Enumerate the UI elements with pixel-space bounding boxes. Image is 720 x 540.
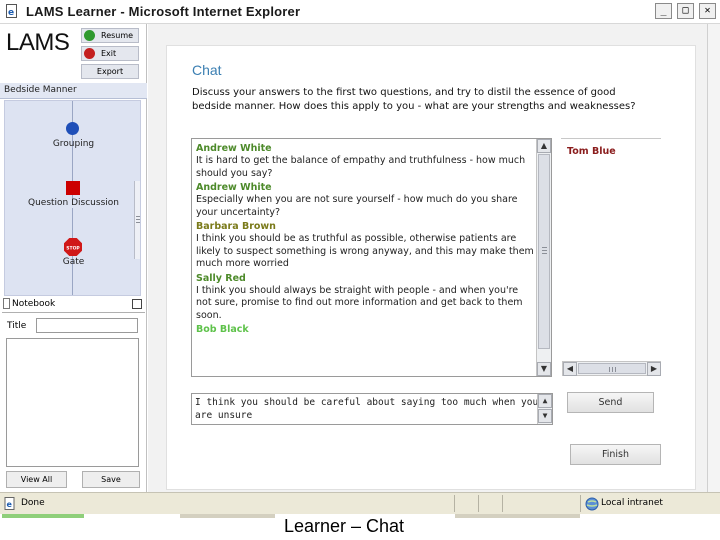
chat-log-scrollbar[interactable]: ▲ ▼	[536, 139, 551, 376]
message-author: Bob Black	[196, 324, 249, 335]
user-list: Tom Blue	[561, 138, 661, 377]
maximize-button[interactable]: □	[677, 3, 694, 19]
scroll-up-icon[interactable]: ▲	[537, 139, 551, 153]
chat-message: Barbara Brown I think you should be as t…	[196, 220, 536, 271]
message-author: Andrew White	[196, 182, 272, 193]
notebook-label: Notebook	[12, 299, 56, 309]
scroll-right-icon[interactable]: ▶	[647, 362, 661, 376]
svg-text:e: e	[8, 8, 14, 18]
message-author: Andrew White	[196, 143, 272, 154]
discussion-node-icon[interactable]	[66, 181, 80, 195]
notebook-icon	[3, 298, 10, 309]
intranet-zone-icon	[585, 497, 599, 511]
resume-label: Resume	[101, 31, 134, 40]
ie-page-icon: e	[6, 4, 17, 18]
scroll-thumb[interactable]	[538, 154, 550, 349]
user-list-item[interactable]: Tom Blue	[567, 146, 616, 157]
message-author: Barbara Brown	[196, 221, 276, 232]
message-text: I think you should be as truthful as pos…	[196, 233, 534, 269]
gate-stop-icon[interactable]: STOP	[64, 238, 82, 256]
exit-button[interactable]: Exit	[81, 46, 139, 61]
close-button[interactable]: ✕	[699, 3, 716, 19]
input-scroll-up-icon[interactable]: ▲	[538, 394, 552, 408]
export-label: Export	[96, 67, 124, 76]
chat-message: Bob Black	[196, 323, 536, 336]
page-scrollbar[interactable]	[707, 24, 720, 492]
user-list-hscrollbar[interactable]: ◀ ▶	[562, 361, 661, 376]
message-text: I think you should always be straight wi…	[196, 284, 523, 321]
export-button[interactable]: Export	[81, 64, 139, 79]
exit-label: Exit	[101, 49, 117, 58]
save-button[interactable]: Save	[82, 471, 140, 488]
sequence-scrollbar[interactable]	[134, 181, 140, 259]
sequence-title: Bedside Manner	[0, 83, 147, 99]
notebook-toggle-checkbox[interactable]	[132, 299, 142, 309]
message-text: It is hard to get the balance of empathy…	[196, 155, 526, 179]
chat-instructions: Discuss your answers to the first two qu…	[192, 87, 636, 112]
svg-text:e: e	[7, 500, 13, 509]
activity-grouping-label[interactable]: Grouping	[5, 139, 140, 149]
chat-message: Sally Red I think you should always be s…	[196, 272, 536, 323]
chat-messages: Andrew White It is hard to get the balan…	[196, 142, 536, 336]
browser-statusbar: e Done Local intranet	[0, 492, 720, 514]
chat-message-log[interactable]: Andrew White It is hard to get the balan…	[191, 138, 552, 377]
message-text: Especially when you are not sure yoursel…	[196, 194, 518, 218]
minimize-button[interactable]: _	[655, 3, 672, 19]
notebook-header[interactable]: Notebook	[2, 297, 145, 313]
page-done-icon: e	[4, 497, 15, 510]
activity-gate-label[interactable]: Gate	[5, 257, 140, 267]
view-all-button[interactable]: View All	[6, 471, 67, 488]
scroll-down-icon[interactable]: ▼	[537, 362, 551, 376]
notebook-entry-textarea[interactable]	[6, 338, 139, 467]
slide-caption: Learner – Chat	[283, 516, 405, 536]
activity-discussion-label[interactable]: Question Discussion	[5, 198, 140, 208]
chat-message: Andrew White Especially when you are not…	[196, 181, 536, 219]
chat-heading: Chat	[192, 62, 222, 78]
exit-icon	[84, 48, 95, 59]
resume-button[interactable]: Resume	[81, 28, 139, 43]
chat-input-text: I think you should be careful about sayi…	[195, 397, 539, 421]
notebook-title-input[interactable]	[36, 318, 138, 333]
finish-button[interactable]: Finish	[570, 444, 661, 465]
sequence-progress-panel: Grouping Question Discussion STOP Gate	[4, 100, 141, 296]
lams-logo: LAMS	[6, 29, 70, 56]
window-title: LAMS Learner - Microsoft Internet Explor…	[26, 4, 301, 19]
resume-icon	[84, 30, 95, 41]
scroll-left-icon[interactable]: ◀	[563, 362, 577, 376]
security-zone-label: Local intranet	[601, 498, 663, 508]
input-scrollbar[interactable]: ▲ ▼	[537, 394, 552, 424]
learner-sidebar: LAMS Resume Exit Export Bedside Manner G…	[0, 24, 147, 492]
hscroll-thumb[interactable]	[578, 363, 646, 374]
chat-message: Andrew White It is hard to get the balan…	[196, 142, 536, 180]
grouping-node-icon[interactable]	[65, 121, 80, 136]
gate-stop-text: STOP	[66, 246, 80, 252]
message-author: Sally Red	[196, 272, 246, 284]
window-titlebar: e LAMS Learner - Microsoft Internet Expl…	[0, 0, 720, 24]
chat-message-input[interactable]: I think you should be careful about sayi…	[191, 393, 553, 425]
status-text: Done	[21, 498, 45, 508]
send-button[interactable]: Send	[567, 392, 654, 413]
notebook-title-label: Title	[7, 321, 27, 331]
input-scroll-down-icon[interactable]: ▼	[538, 409, 552, 423]
